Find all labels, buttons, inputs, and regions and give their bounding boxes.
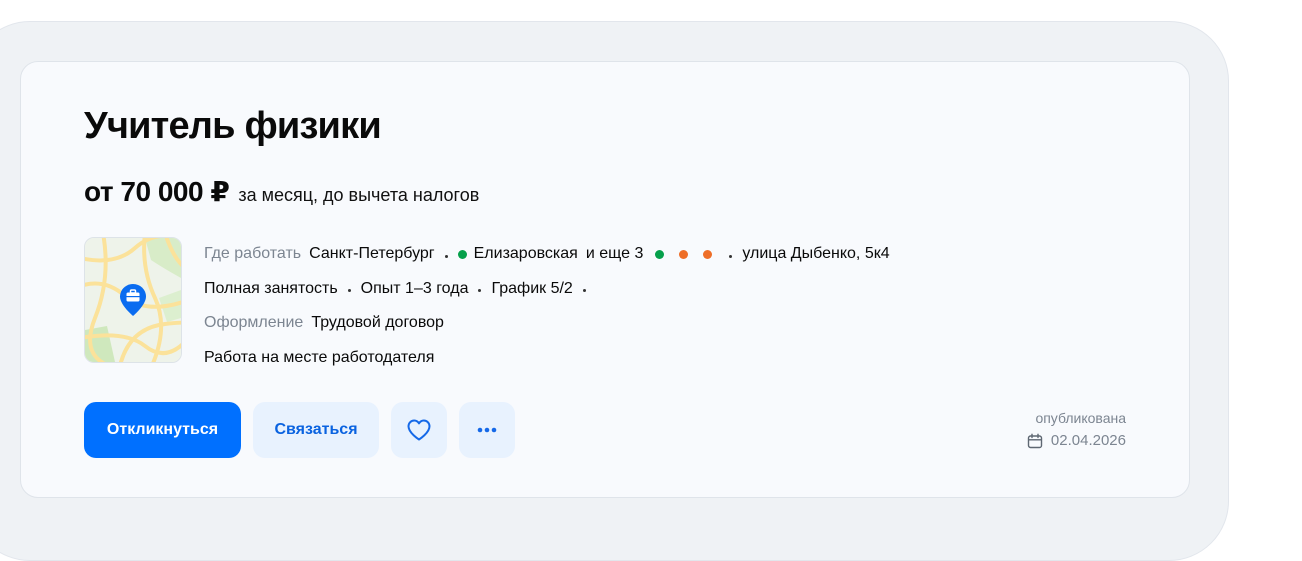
work-place: Работа на месте работодателя [204, 348, 435, 366]
metro-line-icon [703, 249, 713, 259]
schedule: График 5/2 [491, 279, 573, 297]
location-pin-icon [120, 284, 146, 316]
separator-dot [478, 289, 482, 293]
contract-type: Трудовой договор [311, 314, 444, 332]
published-info: опубликована 02.04.2026 [1027, 409, 1126, 451]
vacancy-details: Где работать Санкт-Петербург Елизаровска… [204, 237, 890, 375]
calendar-icon [1027, 433, 1043, 449]
metro-station: Елизаровская [473, 245, 578, 263]
separator-dot [347, 289, 351, 293]
city: Санкт-Петербург [309, 245, 435, 263]
employment-type: Полная занятость [204, 279, 338, 297]
published-date: 02.04.2026 [1050, 432, 1126, 449]
more-button[interactable] [459, 402, 515, 458]
salary-amount: от 70 000 ₽ [84, 176, 230, 207]
favorite-button[interactable] [391, 402, 447, 458]
map-thumbnail[interactable] [84, 237, 182, 363]
more-stations-link[interactable]: и еще 3 [586, 245, 644, 263]
metro-line-icon [679, 249, 689, 259]
separator-dot [582, 289, 586, 293]
published-label: опубликована [1035, 410, 1126, 426]
contract-line: Оформление Трудовой договор [204, 306, 890, 341]
contact-button[interactable]: Связаться [253, 402, 379, 458]
heart-icon [407, 419, 431, 441]
vacancy-card: Учитель физики от 70 000 ₽ за месяц, до … [20, 61, 1190, 498]
metro-line-icon [457, 249, 467, 259]
more-dots-icon [477, 427, 497, 433]
salary-note: за месяц, до вычета налогов [238, 185, 480, 205]
metro-line-icon [655, 249, 665, 259]
respond-button[interactable]: Откликнуться [84, 402, 241, 458]
salary-row: от 70 000 ₽ за месяц, до вычета налогов [84, 175, 479, 208]
workplace-line: Работа на месте работодателя [204, 341, 890, 376]
experience: Опыт 1–3 года [360, 279, 469, 297]
location-line: Где работать Санкт-Петербург Елизаровска… [204, 237, 890, 272]
separator-dot [729, 254, 733, 258]
conditions-line: Полная занятость Опыт 1–3 года График 5/… [204, 272, 890, 307]
published-date-row: 02.04.2026 [1027, 431, 1126, 451]
location-label: Где работать [204, 245, 302, 263]
contract-label: Оформление [204, 314, 304, 332]
address: улица Дыбенко, 5к4 [742, 245, 890, 263]
vacancy-title[interactable]: Учитель физики [84, 102, 382, 150]
separator-dot [444, 254, 448, 258]
